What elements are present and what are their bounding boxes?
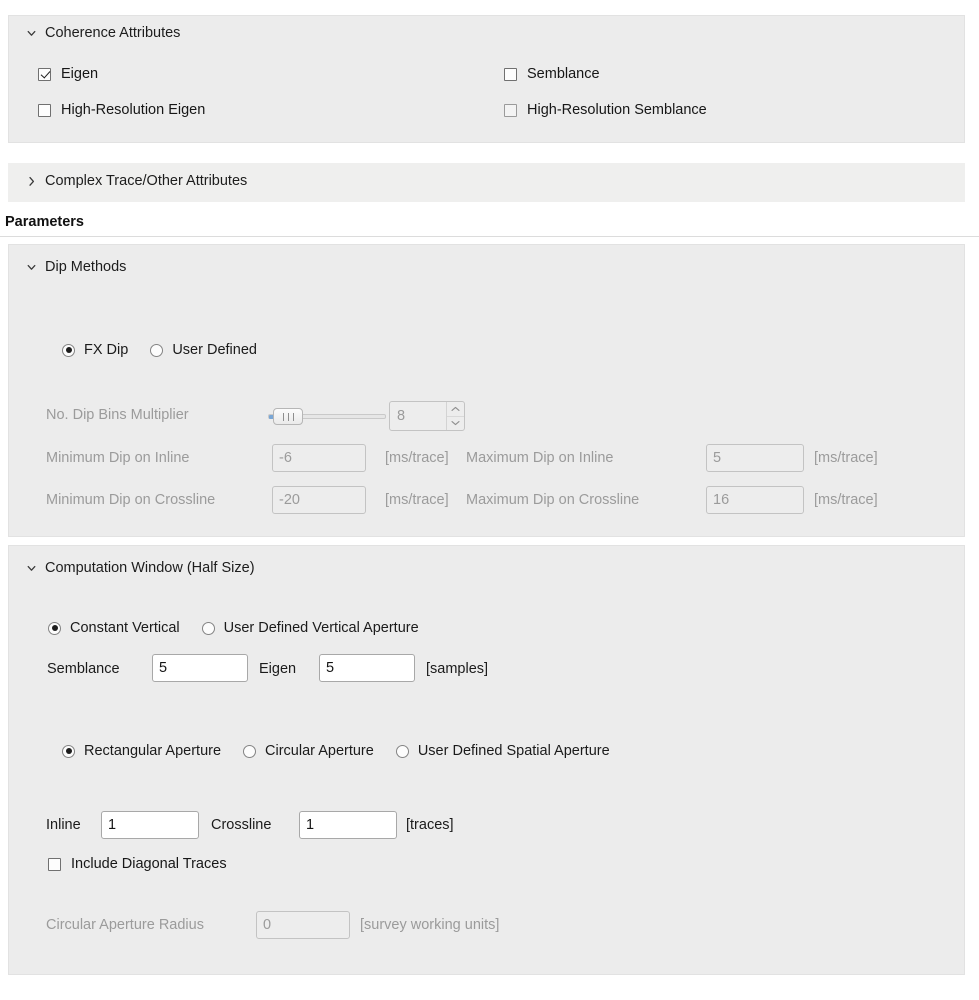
label-maximum-dip-crossline: Maximum Dip on Crossline [466, 492, 640, 508]
radio-label-user-defined-spatial-aperture: User Defined Spatial Aperture [417, 743, 610, 759]
radio-circular-aperture[interactable]: Circular Aperture [243, 743, 374, 759]
radio-user-defined-spatial-aperture[interactable]: User Defined Spatial Aperture [395, 743, 610, 759]
slider-handle[interactable] [273, 408, 303, 425]
input-crossline-traces[interactable]: 1 [299, 811, 397, 839]
input-value: -6 [279, 450, 292, 466]
input-value: 5 [713, 450, 722, 466]
unit-maximum-dip-inline: [ms/trace] [814, 450, 878, 466]
chevron-right-icon [27, 175, 36, 188]
input-eigen-samples[interactable]: 5 [319, 654, 415, 682]
checkbox-include-diagonal-traces[interactable]: Include Diagonal Traces [48, 856, 227, 872]
input-value: 1 [108, 817, 117, 833]
radio-circle-circular-aperture [243, 744, 257, 758]
attribute-parameters-panel: Coherence Attributes Eigen Semblance Hig… [0, 0, 979, 1000]
label-minimum-dip-crossline: Minimum Dip on Crossline [46, 492, 216, 508]
section-header-computation-window[interactable]: Computation Window (Half Size) [27, 560, 255, 576]
checkbox-box-eigen [38, 67, 51, 81]
input-value: 5 [159, 660, 168, 676]
chevron-down-icon [27, 261, 36, 274]
checkbox-box-high-resolution-eigen [38, 103, 51, 117]
checkbox-box-high-resolution-semblance [504, 103, 517, 117]
spinbox-arrows [446, 402, 464, 430]
unit-circular-aperture-radius: [survey working units] [360, 917, 500, 933]
radio-user-defined[interactable]: User Defined [150, 342, 257, 358]
radio-fx-dip[interactable]: FX Dip [62, 342, 128, 358]
input-minimum-dip-crossline[interactable]: -20 [272, 486, 366, 514]
radio-circle-user-defined-spatial-aperture [395, 744, 409, 758]
vertical-aperture-radio-group: Constant Vertical User Defined Vertical … [48, 620, 419, 636]
radio-label-constant-vertical: Constant Vertical [70, 620, 180, 636]
label-semblance-samples: Semblance [47, 661, 120, 677]
radio-label-user-defined: User Defined [172, 342, 257, 358]
section-title: Coherence Attributes [45, 25, 181, 41]
chevron-down-icon [27, 562, 36, 575]
input-value: 1 [306, 817, 315, 833]
input-circular-aperture-radius[interactable]: 0 [256, 911, 350, 939]
input-minimum-dip-inline[interactable]: -6 [272, 444, 366, 472]
radio-label-rectangular-aperture: Rectangular Aperture [84, 743, 222, 759]
section-title: Dip Methods [45, 259, 127, 275]
checkbox-high-resolution-eigen[interactable]: High-Resolution Eigen [38, 102, 205, 118]
parameters-divider [0, 236, 979, 237]
radio-label-user-defined-vertical-aperture: User Defined Vertical Aperture [223, 620, 419, 636]
checkbox-box-semblance [504, 67, 517, 81]
checkbox-label-include-diagonal-traces: Include Diagonal Traces [71, 856, 227, 872]
label-minimum-dip-inline: Minimum Dip on Inline [46, 450, 190, 466]
radio-circle-user-defined-vertical-aperture [201, 621, 215, 635]
input-value: 5 [326, 660, 335, 676]
checkbox-label-high-resolution-semblance: High-Resolution Semblance [527, 102, 707, 118]
unit-minimum-dip-crossline: [ms/trace] [385, 492, 449, 508]
radio-rectangular-aperture[interactable]: Rectangular Aperture [62, 743, 221, 759]
section-header-coherence-attributes[interactable]: Coherence Attributes [27, 25, 180, 41]
radio-user-defined-vertical-aperture[interactable]: User Defined Vertical Aperture [201, 620, 419, 636]
checkbox-label-high-resolution-eigen: High-Resolution Eigen [61, 102, 206, 118]
label-maximum-dip-inline: Maximum Dip on Inline [466, 450, 614, 466]
label-dip-bins-multiplier: No. Dip Bins Multiplier [46, 407, 189, 423]
unit-samples: [samples] [426, 661, 489, 677]
aperture-type-radio-group: Rectangular Aperture Circular Aperture U… [62, 743, 610, 759]
checkbox-high-resolution-semblance[interactable]: High-Resolution Semblance [504, 102, 707, 118]
radio-circle-constant-vertical [48, 621, 61, 635]
dip-method-radio-group: FX Dip User Defined [62, 342, 257, 358]
chevron-down-icon [27, 27, 36, 40]
radio-label-fx-dip: FX Dip [84, 342, 129, 358]
input-inline-traces[interactable]: 1 [101, 811, 199, 839]
input-value: -20 [279, 492, 300, 508]
checkbox-box-include-diagonal-traces [48, 857, 61, 871]
checkbox-eigen[interactable]: Eigen [38, 66, 98, 82]
section-header-dip-methods[interactable]: Dip Methods [27, 259, 126, 275]
input-maximum-dip-inline[interactable]: 5 [706, 444, 804, 472]
parameters-heading: Parameters [5, 214, 84, 230]
label-crossline-traces: Crossline [211, 817, 272, 833]
radio-circle-fx-dip [62, 343, 75, 357]
spinbox-value: 8 [397, 408, 406, 424]
input-value: 0 [263, 917, 272, 933]
label-eigen-samples: Eigen [259, 661, 297, 677]
section-title: Complex Trace/Other Attributes [45, 173, 248, 189]
radio-label-circular-aperture: Circular Aperture [265, 743, 374, 759]
computation-window-group [8, 545, 965, 975]
label-circular-aperture-radius: Circular Aperture Radius [46, 917, 204, 933]
section-header-complex-trace-attributes[interactable]: Complex Trace/Other Attributes [27, 173, 247, 189]
spinner-up-icon[interactable] [447, 402, 464, 416]
checkbox-label-semblance: Semblance [527, 66, 600, 82]
radio-circle-rectangular-aperture [62, 744, 75, 758]
input-maximum-dip-crossline[interactable]: 16 [706, 486, 804, 514]
spinbox-dip-bins-multiplier[interactable]: 8 [389, 401, 465, 431]
spinner-down-icon[interactable] [447, 415, 464, 431]
input-value: 16 [713, 492, 730, 508]
input-semblance-samples[interactable]: 5 [152, 654, 248, 682]
slider-grip-icon [283, 413, 294, 421]
radio-constant-vertical[interactable]: Constant Vertical [48, 620, 180, 636]
checkbox-label-eigen: Eigen [61, 66, 99, 82]
unit-maximum-dip-crossline: [ms/trace] [814, 492, 878, 508]
section-title: Computation Window (Half Size) [45, 560, 255, 576]
radio-circle-user-defined [150, 343, 164, 357]
slider-dip-bins-multiplier[interactable] [268, 403, 386, 429]
unit-minimum-dip-inline: [ms/trace] [385, 450, 449, 466]
checkbox-semblance[interactable]: Semblance [504, 66, 600, 82]
unit-traces: [traces] [406, 817, 454, 833]
label-inline-traces: Inline [46, 817, 81, 833]
